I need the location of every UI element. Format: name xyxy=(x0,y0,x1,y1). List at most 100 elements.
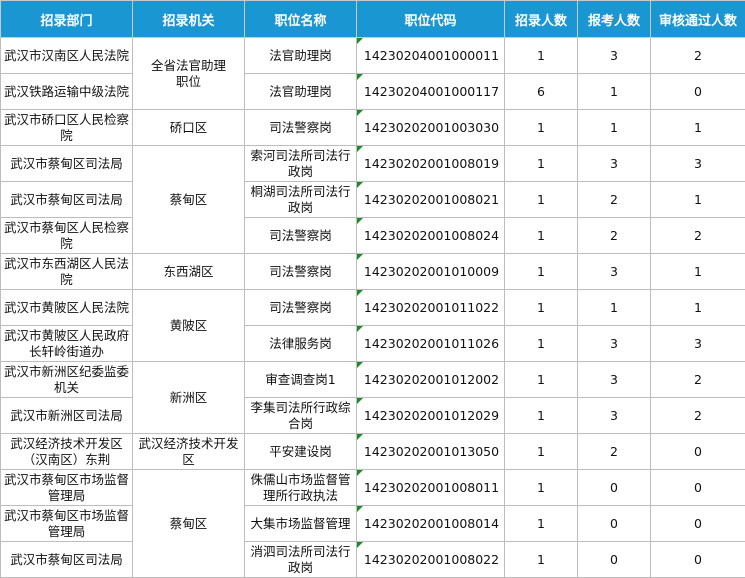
approved-cell: 0 xyxy=(651,434,745,470)
table-row: 武汉市蔡甸区人民检察院 司法警察岗 14230202001008024 1 2 … xyxy=(1,218,745,254)
header-code: 职位代码 xyxy=(357,1,505,38)
header-applicants: 报考人数 xyxy=(578,1,651,38)
applicants-cell: 2 xyxy=(578,218,651,254)
applicants-cell: 2 xyxy=(578,182,651,218)
recruit-cell: 1 xyxy=(505,434,578,470)
recruit-cell: 1 xyxy=(505,542,578,578)
agency-cell: 新洲区 xyxy=(133,362,245,434)
approved-cell: 0 xyxy=(651,74,745,110)
dept-cell: 武汉铁路运输中级法院 xyxy=(1,74,133,110)
table-row: 武汉市蔡甸区司法局 蔡甸区 索河司法所司法行政岗 142302020010080… xyxy=(1,146,745,182)
approved-cell: 1 xyxy=(651,110,745,146)
applicants-cell: 0 xyxy=(578,470,651,506)
approved-cell: 0 xyxy=(651,470,745,506)
agency-cell: 黄陂区 xyxy=(133,290,245,362)
table-row: 武汉市蔡甸区司法局 桐湖司法所司法行政岗 14230202001008021 1… xyxy=(1,182,745,218)
position-cell: 司法警察岗 xyxy=(245,254,357,290)
code-cell: 14230202001010009 xyxy=(357,254,505,290)
applicants-cell: 1 xyxy=(578,110,651,146)
dept-cell: 武汉市蔡甸区人民检察院 xyxy=(1,218,133,254)
code-cell: 14230202001012029 xyxy=(357,398,505,434)
position-cell: 侏儒山市场监督管理所行政执法 xyxy=(245,470,357,506)
position-cell: 法律服务岗 xyxy=(245,326,357,362)
dept-cell: 武汉市新洲区纪委监委机关 xyxy=(1,362,133,398)
recruit-cell: 1 xyxy=(505,398,578,434)
code-cell: 14230202001013050 xyxy=(357,434,505,470)
code-cell: 14230202001012002 xyxy=(357,362,505,398)
header-row: 招录部门 招录机关 职位名称 职位代码 招录人数 报考人数 审核通过人数 xyxy=(1,1,745,38)
dept-cell: 武汉市蔡甸区司法局 xyxy=(1,542,133,578)
position-cell: 法官助理岗 xyxy=(245,74,357,110)
recruit-cell: 1 xyxy=(505,326,578,362)
table-row: 武汉市蔡甸区司法局 消泗司法所司法行政岗 14230202001008022 1… xyxy=(1,542,745,578)
approved-cell: 1 xyxy=(651,254,745,290)
applicants-cell: 3 xyxy=(578,326,651,362)
position-cell: 司法警察岗 xyxy=(245,290,357,326)
header-approved: 审核通过人数 xyxy=(651,1,745,38)
code-cell: 14230204001000117 xyxy=(357,74,505,110)
header-dept: 招录部门 xyxy=(1,1,133,38)
agency-cell: 东西湖区 xyxy=(133,254,245,290)
recruit-cell: 1 xyxy=(505,506,578,542)
code-cell: 14230202001008011 xyxy=(357,470,505,506)
approved-cell: 2 xyxy=(651,362,745,398)
recruit-cell: 1 xyxy=(505,470,578,506)
position-cell: 李集司法所行政综合岗 xyxy=(245,398,357,434)
position-cell: 索河司法所司法行政岗 xyxy=(245,146,357,182)
dept-cell: 武汉市新洲区司法局 xyxy=(1,398,133,434)
approved-cell: 0 xyxy=(651,542,745,578)
dept-cell: 武汉市东西湖区人民法院 xyxy=(1,254,133,290)
agency-cell: 蔡甸区 xyxy=(133,146,245,254)
approved-cell: 2 xyxy=(651,218,745,254)
table-row: 武汉经济技术开发区（汉南区）东荆 武汉经济技术开发区 平安建设岗 1423020… xyxy=(1,434,745,470)
table-row: 武汉铁路运输中级法院 法官助理岗 14230204001000117 6 1 0 xyxy=(1,74,745,110)
agency-cell: 硚口区 xyxy=(133,110,245,146)
applicants-cell: 3 xyxy=(578,362,651,398)
approved-cell: 2 xyxy=(651,38,745,74)
code-cell: 14230202001011026 xyxy=(357,326,505,362)
position-text: 侏儒山市场监督管理所行政执法 xyxy=(247,472,354,504)
agency-cell: 蔡甸区 xyxy=(133,470,245,578)
position-cell: 法官助理岗 xyxy=(245,38,357,74)
table-row: 武汉市蔡甸区市场监督管理局 蔡甸区 侏儒山市场监督管理所行政执法 1423020… xyxy=(1,470,745,506)
position-cell: 消泗司法所司法行政岗 xyxy=(245,542,357,578)
table-row: 武汉市蔡甸区市场监督管理局 大集市场监督管理 14230202001008014… xyxy=(1,506,745,542)
position-text: 大集市场监督管理 xyxy=(247,516,354,532)
applicants-cell: 3 xyxy=(578,146,651,182)
applicants-cell: 3 xyxy=(578,254,651,290)
table-row: 武汉市东西湖区人民法院 东西湖区 司法警察岗 14230202001010009… xyxy=(1,254,745,290)
dept-cell: 武汉市蔡甸区市场监督管理局 xyxy=(1,470,133,506)
code-cell: 14230202001008019 xyxy=(357,146,505,182)
agency-cell: 武汉经济技术开发区 xyxy=(133,434,245,470)
applicants-cell: 3 xyxy=(578,38,651,74)
approved-cell: 1 xyxy=(651,290,745,326)
dept-text: 武汉市黄陂区人民政府长轩岭街道办 xyxy=(3,328,130,360)
recruit-cell: 1 xyxy=(505,254,578,290)
recruit-cell: 1 xyxy=(505,182,578,218)
position-cell: 桐湖司法所司法行政岗 xyxy=(245,182,357,218)
applicants-cell: 2 xyxy=(578,434,651,470)
table-row: 武汉市硚口区人民检察院 硚口区 司法警察岗 14230202001003030 … xyxy=(1,110,745,146)
code-cell: 14230202001008021 xyxy=(357,182,505,218)
approved-cell: 1 xyxy=(651,182,745,218)
recruit-cell: 1 xyxy=(505,146,578,182)
dept-cell: 武汉市蔡甸区司法局 xyxy=(1,182,133,218)
approved-cell: 3 xyxy=(651,146,745,182)
approved-cell: 3 xyxy=(651,326,745,362)
recruit-cell: 1 xyxy=(505,110,578,146)
recruit-cell: 1 xyxy=(505,218,578,254)
recruit-cell: 1 xyxy=(505,290,578,326)
code-cell: 14230202001008014 xyxy=(357,506,505,542)
code-cell: 14230204001000011 xyxy=(357,38,505,74)
position-cell: 大集市场监督管理 xyxy=(245,506,357,542)
table-row: 武汉市新洲区司法局 李集司法所行政综合岗 14230202001012029 1… xyxy=(1,398,745,434)
header-recruit: 招录人数 xyxy=(505,1,578,38)
dept-cell: 武汉市汉南区人民法院 xyxy=(1,38,133,74)
applicants-cell: 0 xyxy=(578,506,651,542)
position-cell: 司法警察岗 xyxy=(245,218,357,254)
applicants-cell: 0 xyxy=(578,542,651,578)
position-cell: 审查调查岗1 xyxy=(245,362,357,398)
position-cell: 平安建设岗 xyxy=(245,434,357,470)
dept-cell: 武汉市蔡甸区司法局 xyxy=(1,146,133,182)
approved-cell: 2 xyxy=(651,398,745,434)
